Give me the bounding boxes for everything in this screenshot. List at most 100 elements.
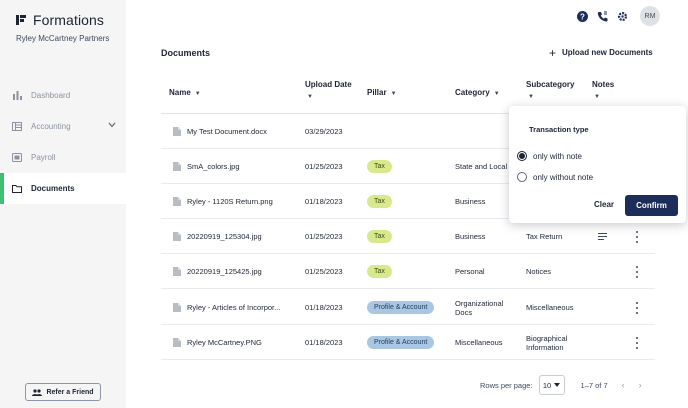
table-row[interactable]: Ryley McCartney.PNG 01/18/2023 Profile & A… [161, 325, 655, 360]
cell-name[interactable]: My Test Document.docx [173, 114, 303, 149]
sort-down-icon: ▼ [194, 91, 201, 97]
brand-name: Formations [33, 12, 105, 28]
rows-per-page-select[interactable]: 10 [538, 375, 565, 395]
topbar: ? RM [576, 6, 660, 26]
clear-button[interactable]: Clear [594, 200, 614, 209]
payroll-icon [12, 153, 22, 163]
radio-only-with-note[interactable]: only with note [517, 151, 582, 161]
pillar-badge[interactable]: Tax [367, 160, 392, 173]
sort-down-icon: ▼ [493, 91, 500, 97]
cell-upload-date: 01/25/2023 [305, 162, 343, 171]
file-icon [173, 303, 181, 312]
cell-upload-date: 01/18/2023 [305, 338, 343, 347]
table-row[interactable]: 20220919_125304.jpg 01/25/2023 Tax Business… [161, 219, 655, 254]
pillar-badge[interactable]: Profile & Account [367, 301, 435, 314]
cell-subcategory: Tax Return [526, 232, 563, 241]
svg-text:?: ? [580, 12, 585, 21]
file-icon [173, 232, 181, 241]
sort-down-icon: ▼ [307, 94, 313, 100]
sidebar-item-label: Dashboard [31, 91, 71, 100]
cell-pillar: Profile & Account [367, 290, 457, 325]
avatar[interactable]: RM [640, 6, 660, 26]
company-name: Ryley McCartney Partners [16, 34, 110, 43]
prev-page-icon[interactable]: ‹ [622, 380, 625, 390]
sidebar-item-accounting[interactable]: Accounting [0, 111, 126, 142]
cell-pillar: Tax [367, 219, 457, 254]
pillar-badge[interactable]: Tax [367, 195, 392, 208]
refer-a-friend-button[interactable]: Refer a Friend [25, 383, 101, 401]
table-row[interactable]: Ryley - Articles of Incorpor... 01/18/202… [161, 290, 655, 325]
cell-category: State and Local [455, 162, 508, 171]
plus-icon: + [549, 45, 557, 60]
upload-label: Upload new Documents [562, 48, 653, 57]
cell-name[interactable]: 20220919_125425.jpg [173, 254, 303, 289]
pillar-badge[interactable]: Tax [367, 265, 392, 278]
cell-name[interactable]: Ryley McCartney.PNG [173, 325, 303, 360]
column-header-name[interactable]: Name ▼ [169, 87, 201, 100]
cell-name[interactable]: Ryley - 1120S Return.png [173, 184, 303, 219]
folder-icon [12, 184, 22, 194]
column-header-subcategory[interactable]: Subcategory ▼ [526, 79, 574, 103]
page-range: 1–7 of 7 [580, 380, 608, 390]
brand[interactable]: Formations [15, 12, 104, 28]
cell-upload-date: 01/18/2023 [305, 303, 343, 312]
next-page-icon[interactable]: › [639, 380, 642, 390]
rows-per-page-label: Rows per page: [480, 380, 533, 390]
cell-category: Business [455, 197, 486, 206]
sidebar-item-label: Payroll [31, 153, 56, 162]
cell-upload-date: 01/25/2023 [305, 232, 343, 241]
sort-down-icon: ▼ [390, 91, 397, 97]
cell-upload-date: 01/25/2023 [305, 267, 343, 276]
file-icon [173, 127, 181, 136]
cell-name[interactable]: 20220919_125304.jpg [173, 219, 303, 254]
sort-down-icon: ▼ [594, 94, 600, 100]
popover-title: Transaction type [529, 125, 589, 134]
column-header-pillar[interactable]: Pillar ▼ [367, 87, 397, 100]
cell-subcategory: Notices [526, 267, 552, 276]
more-vert-icon[interactable] [635, 231, 639, 243]
cell-pillar: Tax [367, 254, 457, 289]
upload-new-documents-button[interactable]: + Upload new Documents [549, 45, 653, 60]
cell-subcategory: Miscellaneous [526, 303, 574, 312]
people-icon [32, 388, 43, 396]
sort-down-icon: ▼ [528, 94, 534, 100]
cell-name[interactable]: Ryley - Articles of Incorpor... [173, 290, 303, 325]
cell-category: Organizational Docs [455, 298, 504, 317]
caret-down-icon [554, 383, 561, 387]
sidebar-item-dashboard[interactable]: Dashboard [0, 80, 126, 111]
gear-icon[interactable] [616, 10, 628, 22]
refer-label: Refer a Friend [46, 388, 94, 396]
more-vert-icon[interactable] [635, 302, 639, 314]
pillar-badge[interactable]: Tax [367, 230, 392, 243]
sidebar-item-documents[interactable]: Documents [0, 173, 126, 204]
more-vert-icon[interactable] [635, 337, 639, 349]
column-header-upload-date[interactable]: Upload Date ▼ [305, 79, 352, 103]
help-icon[interactable]: ? [576, 10, 588, 22]
file-icon [173, 338, 181, 347]
confirm-button[interactable]: Confirm [625, 195, 678, 216]
more-vert-icon[interactable] [635, 266, 639, 278]
notes-icon[interactable] [598, 233, 607, 240]
cell-upload-date: 01/18/2023 [305, 197, 343, 206]
cell-upload-date: 03/29/2023 [305, 127, 343, 136]
sidebar: Formations Ryley McCartney Partners Dash… [0, 0, 126, 408]
chevron-down-icon[interactable] [108, 122, 116, 128]
sidebar-item-payroll[interactable]: Payroll [0, 142, 126, 173]
sidebar-item-label: Accounting [31, 122, 71, 131]
column-header-category[interactable]: Category ▼ [455, 87, 500, 100]
radio-unselected-icon [517, 172, 527, 182]
table-row[interactable]: 20220919_125425.jpg 01/25/2023 Tax Personal… [161, 254, 655, 289]
column-header-notes[interactable]: Notes ▼ [592, 79, 614, 103]
pagination: Rows per page: 10 1–7 of 7 ‹ › [480, 375, 642, 395]
cell-category: Personal [455, 267, 485, 276]
pillar-badge[interactable]: Profile & Account [367, 336, 435, 349]
phone-icon[interactable] [596, 10, 608, 22]
cell-name[interactable]: SmA_colors.jpg [173, 149, 303, 184]
bar-chart-icon [12, 91, 22, 101]
cell-pillar: Tax [367, 149, 457, 184]
notes-filter-popover: Transaction type only with note only wit… [509, 106, 686, 223]
ledger-icon [12, 122, 22, 132]
radio-only-without-note[interactable]: only without note [517, 172, 593, 182]
file-icon [173, 162, 181, 171]
radio-selected-icon [517, 151, 527, 161]
